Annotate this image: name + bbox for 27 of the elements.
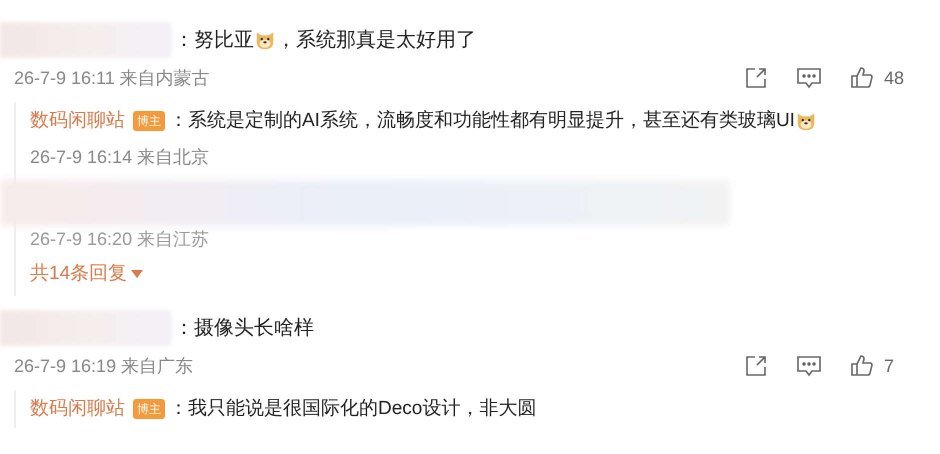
comment-text: 系统是定制的AI系统，流畅度和功能性都有明显提升，甚至还有类玻璃UI [188, 108, 795, 133]
share-icon[interactable] [744, 354, 768, 378]
comment-icon[interactable] [796, 354, 822, 378]
comment-text: ，系统那真是太好用了 [276, 28, 476, 53]
comment-icon[interactable] [796, 66, 822, 90]
author-link[interactable]: 数码闲聊站 [30, 394, 125, 424]
more-replies-link[interactable]: 共14条回复 [30, 252, 940, 296]
thumbs-up-icon[interactable] [850, 66, 874, 90]
reply-meta: 26-7-9 16:20 来自江苏 [30, 228, 210, 250]
comment-meta: 26-7-9 16:19 来自广东 [14, 354, 194, 378]
caret-icon [131, 270, 144, 278]
comment-text: 我只能说是很国际化的Deco设计，非大圆 [188, 396, 536, 421]
thumbs-up-icon[interactable] [850, 354, 874, 378]
like-count: 48 [884, 66, 906, 90]
colon-text: ： [174, 316, 194, 341]
comment-meta: 26-7-9 16:11 来自内蒙古 [14, 66, 210, 90]
like-count: 7 [884, 354, 896, 378]
blogger-badge: 博主 [133, 399, 165, 419]
colon-text: ： [169, 108, 188, 133]
colon-text: ： [169, 396, 188, 421]
comment-text: 努比亚 [194, 28, 254, 53]
reply-meta: 26-7-9 16:14 来自北京 [30, 146, 210, 168]
blogger-badge: 博主 [133, 111, 165, 131]
comment-text: 摄像头长啥样 [194, 316, 314, 341]
colon-text: ： [174, 28, 194, 53]
author-link[interactable]: 数码闲聊站 [30, 106, 125, 136]
share-icon[interactable] [744, 66, 768, 90]
